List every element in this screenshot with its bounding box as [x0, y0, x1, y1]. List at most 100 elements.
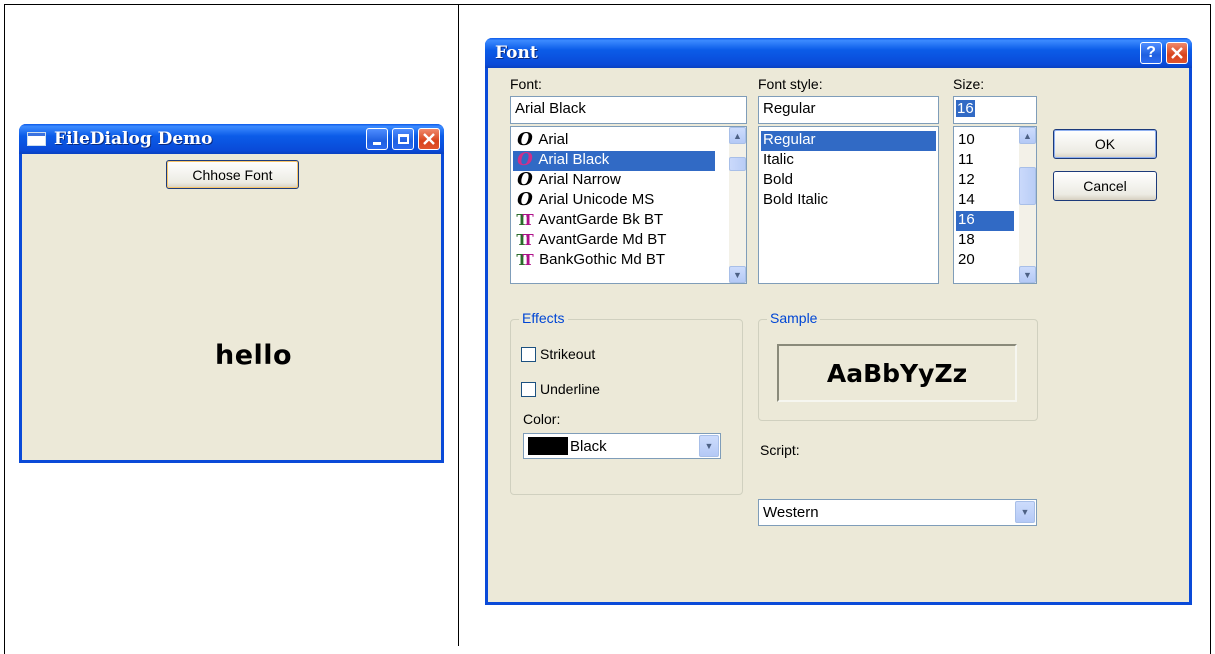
close-button[interactable] [418, 128, 440, 150]
size-list-item[interactable]: 14 [956, 191, 1014, 211]
font-list-item-label: Arial [538, 131, 569, 148]
font-dialog-titlebar[interactable]: Font ? [485, 38, 1192, 68]
cancel-button[interactable]: Cancel [1053, 171, 1157, 201]
font-list-item[interactable]: TT AvantGarde Bk BT [513, 211, 715, 231]
size-label: Size: [953, 76, 985, 92]
sample-label: Sample [767, 310, 821, 326]
dialog-close-button[interactable] [1166, 42, 1188, 64]
font-list-item[interactable]: O Arial Unicode MS [513, 191, 715, 211]
color-swatch [528, 437, 568, 455]
script-select[interactable]: Western ▼ [758, 499, 1037, 526]
script-label: Script: [760, 442, 800, 458]
font-listbox[interactable]: ▲ ▼ O Arial O Arial Black O Arial Narrow O … [510, 126, 747, 284]
font-list-item-label: AvantGarde Md BT [538, 231, 667, 248]
underline-checkbox-row[interactable]: Underline [521, 381, 600, 397]
demo-window-client: Chhose Font hello [22, 154, 441, 460]
size-list-item[interactable]: 10 [956, 131, 1014, 151]
font-list-item-label: Arial Black [538, 151, 610, 168]
ok-button[interactable]: OK [1053, 129, 1157, 159]
choose-font-button[interactable]: Chhose Font [166, 160, 299, 189]
strikeout-checkbox[interactable] [521, 346, 536, 362]
size-list-item-label: 20 [958, 251, 975, 268]
font-list-item-label: Arial Narrow [538, 171, 621, 188]
demo-window-titlebar[interactable]: FileDialog Demo [19, 124, 444, 154]
font-name-input[interactable]: Arial Black [510, 96, 747, 124]
size-list-scrollbar[interactable]: ▲ ▼ [1019, 127, 1036, 283]
chevron-down-icon: ▼ [1020, 507, 1030, 517]
help-button[interactable]: ? [1140, 42, 1162, 64]
effects-label: Effects [519, 310, 568, 326]
font-style-input[interactable]: Regular [758, 96, 939, 124]
size-list-item-label: 16 [958, 211, 975, 228]
scroll-up-button[interactable]: ▲ [729, 127, 746, 144]
style-list-item[interactable]: Bold Italic [761, 191, 936, 211]
style-list-item-label: Bold Italic [763, 191, 829, 208]
color-value: Black [570, 437, 607, 455]
size-list-item[interactable]: 16 [956, 211, 1014, 231]
font-list-scrollbar[interactable]: ▲ ▼ [729, 127, 746, 283]
maximize-icon [397, 134, 409, 144]
font-dialog-title: Font [495, 43, 538, 63]
font-list-item-label: Arial Unicode MS [538, 191, 655, 208]
size-list-item-label: 18 [958, 231, 975, 248]
scroll-up-button[interactable]: ▲ [1019, 127, 1036, 144]
font-label: Font: [510, 76, 542, 92]
strikeout-checkbox-row[interactable]: Strikeout [521, 346, 595, 362]
close-icon [423, 133, 435, 145]
style-list-item-label: Bold [763, 171, 794, 188]
chevron-down-icon: ▼ [733, 269, 742, 280]
chevron-down-icon: ▼ [1023, 269, 1032, 280]
color-dropdown-button[interactable]: ▼ [699, 435, 719, 457]
size-list-item[interactable]: 20 [956, 251, 1014, 271]
scroll-down-button[interactable]: ▼ [1019, 266, 1036, 283]
opentype-icon: O [517, 149, 533, 170]
maximize-button[interactable] [392, 128, 414, 150]
close-icon [1171, 47, 1183, 59]
font-list-item[interactable]: TT AvantGarde Md BT [513, 231, 715, 251]
font-list-item[interactable]: O Arial Narrow [513, 171, 715, 191]
help-icon: ? [1146, 44, 1156, 61]
font-dialog: Font ? Font: Arial Black ▲ ▼ O Arial O Ar… [485, 38, 1192, 605]
color-label: Color: [523, 411, 561, 427]
style-list-item[interactable]: Regular [761, 131, 936, 151]
font-list-item-label: BankGothic Md BT [539, 251, 666, 268]
style-list-item-label: Italic [763, 151, 794, 168]
frame-divider [458, 4, 459, 646]
style-list-item-label: Regular [763, 131, 816, 148]
chevron-up-icon: ▲ [1023, 130, 1032, 141]
demo-window: FileDialog Demo Chhose Font hello [19, 124, 444, 463]
scroll-thumb[interactable] [1019, 167, 1036, 205]
size-listbox[interactable]: ▲ ▼ 10 11 12 14 16 18 20 [953, 126, 1037, 284]
opentype-icon: O [517, 189, 533, 210]
truetype-icon: TT [516, 231, 534, 249]
size-list-item-label: 10 [958, 131, 975, 148]
font-style-label: Font style: [758, 76, 823, 92]
size-list-item[interactable]: 11 [956, 151, 1014, 171]
font-style-listbox[interactable]: Regular Italic Bold Bold Italic [758, 126, 939, 284]
color-select[interactable]: Black ▼ [523, 433, 721, 459]
size-list-item[interactable]: 12 [956, 171, 1014, 191]
font-list-item[interactable]: O Arial Black [513, 151, 715, 171]
chevron-up-icon: ▲ [733, 130, 742, 141]
scroll-down-button[interactable]: ▼ [729, 266, 746, 283]
underline-label: Underline [540, 381, 600, 397]
sample-group: Sample AaBbYyZz [758, 310, 1038, 421]
size-input[interactable]: 16 [953, 96, 1037, 124]
sample-preview: AaBbYyZz [777, 344, 1017, 402]
scroll-thumb[interactable] [729, 157, 746, 171]
minimize-button[interactable] [366, 128, 388, 150]
underline-checkbox[interactable] [521, 381, 536, 397]
size-list-item-label: 14 [958, 191, 975, 208]
style-list-item[interactable]: Bold [761, 171, 936, 191]
opentype-icon: O [517, 129, 533, 150]
demo-window-title: FileDialog Demo [54, 129, 213, 149]
font-list-item[interactable]: TT BankGothic Md BT [513, 251, 715, 271]
opentype-icon: O [517, 169, 533, 190]
hello-text: hello [215, 340, 293, 371]
style-list-item[interactable]: Italic [761, 151, 936, 171]
size-list-item[interactable]: 18 [956, 231, 1014, 251]
font-list-item[interactable]: O Arial [513, 131, 715, 151]
truetype-icon: TT [516, 251, 534, 269]
app-window-icon [27, 132, 46, 146]
script-dropdown-button[interactable]: ▼ [1015, 501, 1035, 523]
